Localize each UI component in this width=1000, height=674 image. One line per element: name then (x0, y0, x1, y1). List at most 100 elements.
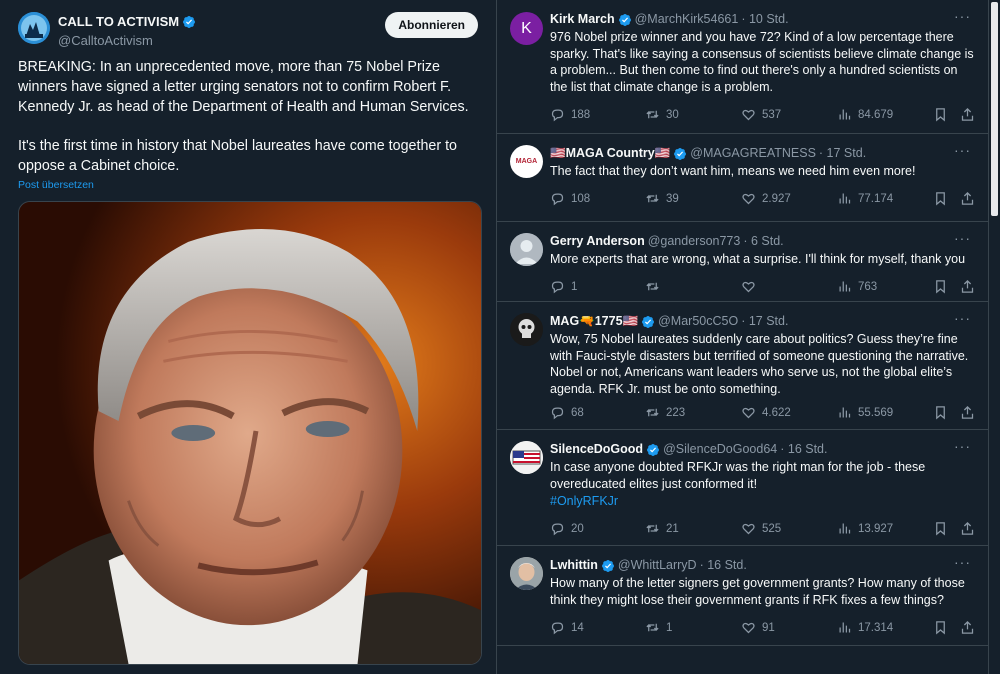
like-button[interactable]: 2.927 (741, 191, 791, 206)
reply-author-name[interactable]: Kirk March (550, 11, 615, 28)
reply-time[interactable]: · 10 Std. (741, 11, 788, 28)
reply-item[interactable]: MAGA 🇺🇸MAGA Country🇺🇸 @MAGAGREATNESS · 1… (497, 134, 989, 222)
views-button[interactable]: 763 (837, 279, 877, 294)
share-icon (961, 191, 974, 205)
reply-item[interactable]: MAG🔫1775🇺🇸 @Mar50cC5O · 17 Std. Wow, 75 … (497, 302, 989, 430)
views-button[interactable]: 13.927 (837, 521, 893, 536)
reply-author-handle[interactable]: @SilenceDoGood64 (663, 441, 777, 458)
reply-count: 108 (571, 192, 591, 205)
like-button[interactable]: 4.622 (741, 405, 791, 420)
reply-time[interactable]: · 17 Std. (819, 145, 866, 162)
views-button[interactable]: 84.679 (837, 107, 893, 122)
views-icon (839, 407, 851, 418)
bookmark-button[interactable] (933, 107, 948, 122)
avatar[interactable] (510, 441, 543, 474)
reply-time[interactable]: · 6 Std. (743, 233, 783, 250)
author-handle[interactable]: @CalltoActivism (58, 33, 196, 48)
reply-icon (551, 407, 564, 420)
scrollbar[interactable] (989, 0, 1000, 674)
views-button[interactable]: 17.314 (837, 620, 893, 635)
reply-author-handle[interactable]: @ganderson773 (648, 233, 741, 250)
avatar[interactable]: K (510, 12, 543, 45)
like-button[interactable]: 537 (741, 107, 781, 122)
reply-button[interactable]: 1 (550, 279, 577, 294)
bookmark-button[interactable] (933, 620, 948, 635)
reply-button[interactable]: 188 (550, 107, 590, 122)
default-avatar-icon (510, 233, 543, 266)
repost-button[interactable]: 21 (645, 521, 679, 536)
reply-author-handle[interactable]: @Mar50cC5O (658, 313, 738, 330)
bookmark-button[interactable] (933, 521, 948, 536)
reply-author-name[interactable]: SilenceDoGood (550, 441, 643, 458)
reply-author-name[interactable]: 🇺🇸MAGA Country🇺🇸 (550, 145, 670, 162)
reply-author-handle[interactable]: @MarchKirk54661 (635, 11, 739, 28)
author-avatar[interactable] (18, 12, 50, 44)
repost-button[interactable]: 223 (645, 405, 685, 420)
avatar[interactable] (510, 313, 543, 346)
views-icon (839, 109, 851, 120)
more-icon[interactable]: ··· (954, 9, 971, 23)
reply-hashtag[interactable]: #OnlyRFKJr (550, 493, 978, 510)
scrollbar-thumb[interactable] (991, 2, 998, 216)
like-button[interactable]: 525 (741, 521, 781, 536)
like-button[interactable] (741, 279, 762, 294)
reply-item[interactable]: K Kirk March @MarchKirk54661 · 10 Std. 9… (497, 0, 989, 134)
reply-actions: 108 39 2.927 77.174 (550, 191, 980, 207)
more-icon[interactable]: ··· (954, 143, 971, 157)
post-photo[interactable] (18, 201, 482, 665)
reply-button[interactable]: 108 (550, 191, 590, 206)
reply-author-name[interactable]: MAG🔫1775🇺🇸 (550, 313, 638, 330)
more-icon[interactable]: ··· (954, 231, 971, 245)
reply-count: 68 (571, 406, 584, 419)
views-button[interactable]: 55.569 (837, 405, 893, 420)
reply-item[interactable]: Gerry Anderson @ganderson773 · 6 Std. Mo… (497, 222, 989, 302)
reply-time[interactable]: · 17 Std. (741, 313, 788, 330)
reply-author-handle[interactable]: @MAGAGREATNESS (690, 145, 816, 162)
share-button[interactable] (960, 191, 975, 206)
reply-button[interactable]: 14 (550, 620, 584, 635)
views-button[interactable]: 77.174 (837, 191, 893, 206)
bookmark-button[interactable] (933, 405, 948, 420)
share-icon (961, 405, 974, 419)
more-icon[interactable]: ··· (954, 439, 971, 453)
share-button[interactable] (960, 521, 975, 536)
reply-item[interactable]: Lwhittin @WhittLarryD · 16 Std. How many… (497, 546, 989, 646)
like-button[interactable]: 91 (741, 620, 775, 635)
repost-button[interactable]: 1 (645, 620, 672, 635)
like-icon (742, 407, 755, 419)
post-text: BREAKING: In an unprecedented move, more… (18, 58, 480, 177)
share-button[interactable] (960, 620, 975, 635)
more-icon[interactable]: ··· (954, 311, 971, 325)
more-icon[interactable]: ··· (954, 555, 971, 569)
author-name[interactable]: CALL TO ACTIVISM (58, 14, 179, 29)
share-button[interactable] (960, 405, 975, 420)
reply-button[interactable]: 68 (550, 405, 584, 420)
repost-count: 1 (666, 621, 673, 634)
reply-time[interactable]: · 16 Std. (780, 441, 827, 458)
like-icon (742, 523, 755, 535)
reply-button[interactable]: 20 (550, 521, 584, 536)
repost-button[interactable] (645, 279, 666, 294)
bookmark-button[interactable] (933, 191, 948, 206)
repost-button[interactable]: 30 (645, 107, 679, 122)
like-icon (742, 622, 755, 634)
share-button[interactable] (960, 107, 975, 122)
share-icon (961, 107, 974, 121)
reply-item[interactable]: SilenceDoGood @SilenceDoGood64 · 16 Std.… (497, 430, 989, 546)
share-button[interactable] (960, 279, 975, 294)
like-icon (742, 281, 755, 293)
views-icon (839, 523, 851, 534)
reply-time[interactable]: · 16 Std. (700, 557, 747, 574)
follow-button[interactable]: Abonnieren (385, 12, 478, 38)
reply-author-handle[interactable]: @WhittLarryD (618, 557, 697, 574)
repost-icon (646, 194, 659, 203)
repost-button[interactable]: 39 (645, 191, 679, 206)
translate-link[interactable]: Post übersetzen (18, 179, 94, 191)
avatar[interactable] (510, 557, 543, 590)
bookmark-button[interactable] (933, 279, 948, 294)
reply-author-name[interactable]: Gerry Anderson (550, 233, 645, 250)
avatar[interactable] (510, 233, 543, 266)
repost-icon (646, 524, 659, 533)
reply-author-name[interactable]: Lwhittin (550, 557, 598, 574)
avatar[interactable]: MAGA (510, 145, 543, 178)
